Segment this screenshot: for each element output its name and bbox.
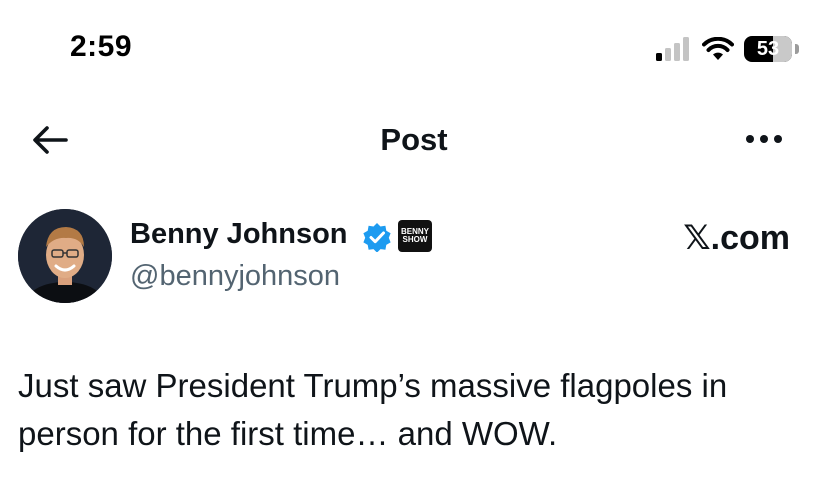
avatar[interactable] <box>18 209 112 303</box>
more-horizontal-icon[interactable] <box>744 124 784 154</box>
affiliate-badge-line-2: SHOW <box>402 235 428 244</box>
status-icons: 53 <box>656 36 799 62</box>
wifi-icon <box>702 37 734 60</box>
battery-level: 53 <box>756 37 780 60</box>
affiliate-badge[interactable]: BENNY SHOW <box>398 220 432 252</box>
status-time: 2:59 <box>70 30 133 63</box>
battery-icon: 53 <box>744 36 799 62</box>
post-text: Just saw President Trump’s massive flagp… <box>18 367 728 452</box>
verified-badge-icon <box>363 223 391 252</box>
cellular-signal-icon <box>656 37 689 61</box>
page-title: Post <box>380 122 448 157</box>
author-handle[interactable]: @bennyjohnson <box>130 260 340 293</box>
author-name[interactable]: Benny Johnson <box>130 218 348 251</box>
watermark: 𝕏.com <box>683 219 790 257</box>
